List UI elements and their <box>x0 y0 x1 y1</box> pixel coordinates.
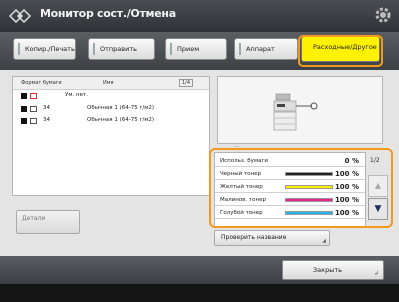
bottom-strip <box>0 284 399 302</box>
job-row[interactable]: 34 Обычная 1 (64-75 г/м2) <box>13 116 209 126</box>
close-button[interactable]: Закрыть ↲ <box>282 260 384 280</box>
details-button[interactable]: Детали <box>16 210 80 234</box>
tab-marker <box>239 43 241 55</box>
tab-label: Аппарат <box>246 45 275 53</box>
job-name: Обычная 1 (64-75 г/м2) <box>87 105 154 111</box>
close-label: Закрыть <box>313 266 342 274</box>
tab-marker <box>93 43 95 55</box>
cassette-icon <box>30 93 37 99</box>
tray-icon <box>30 106 37 112</box>
tab-receive[interactable]: Прием <box>165 38 227 60</box>
paper-size: 34 <box>43 117 50 123</box>
tab-copy-print[interactable]: Копир./Печать <box>13 38 76 60</box>
details-label: Детали <box>22 215 46 222</box>
job-row[interactable]: 34 Обычная 1 (64-75 г/м2) <box>13 104 209 114</box>
status-monitor-screen: Монитор сост./Отмена Копир./Печать Отпра… <box>0 0 399 302</box>
tray-icon <box>30 118 37 124</box>
job-name: Обычная 1 (64-75 г/м2) <box>87 117 154 123</box>
monitor-icon <box>8 9 32 23</box>
paper-icon <box>21 106 27 112</box>
tab-label: Прием <box>177 45 200 53</box>
corner-arrow-icon: ◢ <box>322 238 326 244</box>
page-indicator: 1/4 <box>179 79 194 87</box>
window-title: Монитор сост./Отмена <box>40 7 176 20</box>
gear-icon[interactable] <box>373 5 393 25</box>
job-list: Формат бумаги Имя 1/4 Ум. нет. 34 Обычна… <box>12 76 210 196</box>
tab-label: Отправить <box>100 45 137 53</box>
job-name: Ум. нет. <box>65 92 88 98</box>
tab-marker <box>18 43 20 55</box>
column-name: Имя <box>103 80 114 86</box>
tab-marker <box>170 43 172 55</box>
tab-send[interactable]: Отправить <box>88 38 155 60</box>
tab-device[interactable]: Аппарат <box>234 38 298 60</box>
job-row[interactable]: Ум. нет. <box>13 91 209 101</box>
paper-icon <box>21 118 27 124</box>
return-arrow-icon: ↲ <box>373 270 379 277</box>
check-name-button[interactable]: Проверить название ◢ <box>214 230 330 246</box>
tab-highlight <box>298 35 383 67</box>
paper-size: 34 <box>43 105 50 111</box>
supplies-highlight <box>209 148 393 228</box>
paper-icon <box>21 93 27 99</box>
tab-label: Копир./Печать <box>25 45 75 53</box>
check-name-label: Проверить название <box>221 234 287 241</box>
column-format: Формат бумаги <box>21 80 62 86</box>
title-bar: Монитор сост./Отмена <box>0 0 399 32</box>
job-list-header: Формат бумаги Имя 1/4 <box>13 77 209 90</box>
printer-device-icon <box>273 93 318 131</box>
